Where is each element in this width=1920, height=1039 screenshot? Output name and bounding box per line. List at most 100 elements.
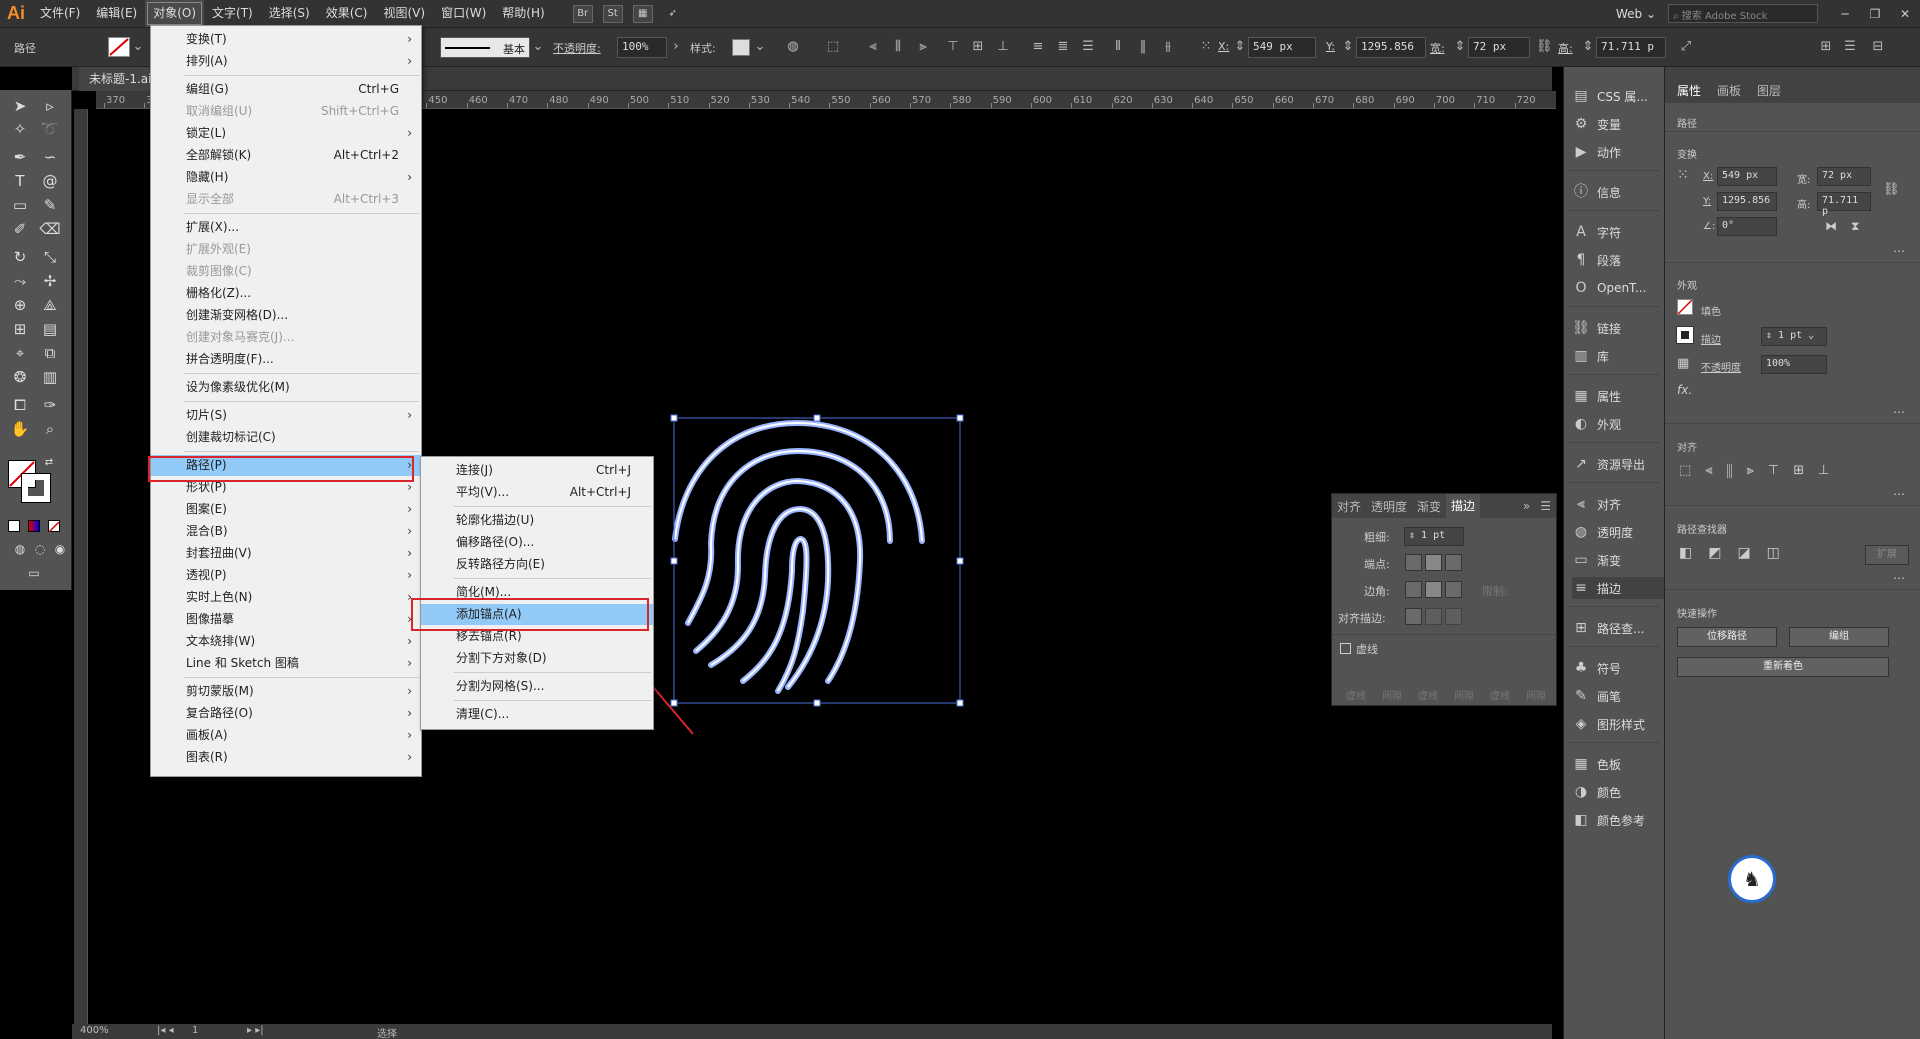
- align-hcenter-icon[interactable]: ⫼: [890, 39, 906, 55]
- distribute-hcenter-icon[interactable]: ‖: [1135, 39, 1151, 55]
- menu-item[interactable]: 平均(V)... Alt+Ctrl+J: [421, 482, 653, 503]
- panel-dock-item[interactable]: ◑ 颜色: [1572, 781, 1664, 803]
- artboard-number[interactable]: 1: [192, 1025, 198, 1036]
- panel-dock-item[interactable]: ◈ 图形样式: [1572, 713, 1664, 735]
- transform-options-icon[interactable]: ⤢: [1678, 39, 1694, 55]
- menu-item[interactable]: 扩展(X)...: [151, 217, 421, 238]
- panel-dock-item[interactable]: ⫷ 对齐: [1572, 493, 1664, 515]
- menu-item[interactable]: 形状(P) ›: [151, 477, 421, 498]
- panel-dock-item[interactable]: ▥ 库: [1572, 345, 1664, 367]
- align-vcenter-icon[interactable]: ⊞: [970, 39, 986, 55]
- lasso-tool-icon[interactable]: ➰: [38, 118, 62, 140]
- menu-item[interactable]: 混合(B) ›: [151, 521, 421, 542]
- y-stepper-icon[interactable]: ⇕: [1340, 39, 1356, 55]
- panel-dock-item[interactable]: ▭ 渐变: [1572, 549, 1664, 571]
- menu-item[interactable]: 分割下方对象(D): [421, 648, 653, 669]
- menu-item[interactable]: Line 和 Sketch 图稿 ›: [151, 653, 421, 674]
- x-input[interactable]: 549 px: [1248, 37, 1316, 58]
- width-stepper-icon[interactable]: ⇕: [1452, 39, 1468, 55]
- align-stroke-inside-icon[interactable]: [1425, 608, 1442, 625]
- effects-icon[interactable]: fx.: [1677, 383, 1692, 397]
- panel-dock-item[interactable]: ▦ 属性: [1572, 385, 1664, 407]
- distribute-vcenter-icon[interactable]: ≣: [1055, 39, 1071, 55]
- artboard-next-icon[interactable]: ▸ ▸|: [247, 1025, 264, 1036]
- appearance-stroke-swatch[interactable]: [1676, 326, 1694, 344]
- close-icon[interactable]: ✕: [1890, 7, 1920, 21]
- gradient-tool-icon[interactable]: ▤: [38, 318, 62, 340]
- artboard-nav-icon[interactable]: |◂ ◂: [157, 1025, 174, 1036]
- tab-properties[interactable]: 属性: [1677, 82, 1701, 99]
- menu-view[interactable]: 视图(V): [375, 0, 433, 27]
- gradient-mode-icon[interactable]: [28, 520, 40, 532]
- collapse-panel-icon[interactable]: »: [1518, 499, 1535, 513]
- panel-dock-item[interactable]: ◍ 透明度: [1572, 521, 1664, 543]
- height-stepper-icon[interactable]: ⇕: [1580, 39, 1596, 55]
- blend-tool-icon[interactable]: ⧉: [38, 342, 62, 364]
- panel-dock-item[interactable]: ◐ 外观: [1572, 413, 1664, 435]
- bevel-join-icon[interactable]: [1445, 581, 1462, 598]
- swap-fill-stroke-icon[interactable]: ⇄: [42, 456, 56, 470]
- menu-window[interactable]: 窗口(W): [433, 0, 494, 27]
- shape-builder-tool-icon[interactable]: ⊕: [8, 294, 32, 316]
- group-button[interactable]: 编组: [1789, 627, 1889, 647]
- paintbrush-tool-icon[interactable]: ✎: [38, 194, 62, 216]
- appearance-opacity-input[interactable]: 100%: [1761, 355, 1827, 374]
- menu-item[interactable]: 变换(T) ›: [151, 29, 421, 50]
- symbol-sprayer-tool-icon[interactable]: ❂: [8, 366, 32, 388]
- menu-item[interactable]: 路径(P) ›: [151, 455, 421, 476]
- menu-item[interactable]: 图案(E) ›: [151, 499, 421, 520]
- tab-stroke[interactable]: 描边: [1446, 494, 1481, 518]
- perspective-grid-tool-icon[interactable]: ⟁: [38, 294, 62, 316]
- more-options-icon[interactable]: ⋯: [1893, 405, 1905, 419]
- projecting-cap-icon[interactable]: [1445, 554, 1462, 571]
- menu-item[interactable]: 创建裁切标记(C): [151, 427, 421, 448]
- menu-type[interactable]: 文字(T): [204, 0, 261, 27]
- transform-y-input[interactable]: 1295.856: [1717, 192, 1777, 211]
- menu-item[interactable]: 移去锚点(R): [421, 626, 653, 647]
- arrange-documents-icon[interactable]: ▦: [632, 4, 653, 23]
- align-bottom-icon[interactable]: ⊥: [995, 39, 1011, 55]
- menu-item[interactable]: 偏移路径(O)...: [421, 532, 653, 553]
- panel-dock-item[interactable]: ⓘ 信息: [1572, 181, 1664, 203]
- hand-tool-icon[interactable]: ✋: [8, 418, 32, 440]
- menu-item[interactable]: 扩展外观(E): [151, 239, 421, 260]
- panel-dock-item[interactable]: ≡ 描边: [1572, 577, 1664, 599]
- menu-file[interactable]: 文件(F): [32, 0, 88, 27]
- tab-align[interactable]: 对齐: [1332, 498, 1366, 515]
- rectangle-tool-icon[interactable]: ▭: [8, 194, 32, 216]
- panel-dock-item[interactable]: ✎ 画笔: [1572, 685, 1664, 707]
- pen-tool-icon[interactable]: ✒: [8, 146, 32, 168]
- menu-item[interactable]: 全部解锁(K) Alt+Ctrl+2: [151, 145, 421, 166]
- menu-item[interactable]: 画板(A) ›: [151, 725, 421, 746]
- align-buttons-row[interactable]: ⬚⫷⫼⫸⊤⊞⊥: [1679, 463, 1843, 478]
- opacity-arrow-icon[interactable]: ›: [668, 39, 684, 55]
- menu-item[interactable]: 图像描摹 ›: [151, 609, 421, 630]
- reference-point-icon[interactable]: ⁙: [1677, 167, 1689, 183]
- panel-menu-icon[interactable]: ☰: [1842, 39, 1858, 55]
- menu-object[interactable]: 对象(O): [145, 0, 205, 27]
- constrain-proportions-icon[interactable]: ⛓: [1883, 182, 1900, 197]
- miter-join-icon[interactable]: [1405, 581, 1422, 598]
- menu-item[interactable]: 分割为网格(S)...: [421, 676, 653, 697]
- opacity-input[interactable]: 100%: [617, 37, 667, 58]
- menu-item[interactable]: 裁剪图像(C): [151, 261, 421, 282]
- more-options-icon[interactable]: ⋯: [1893, 487, 1905, 501]
- menu-effect[interactable]: 效果(C): [318, 0, 376, 27]
- artboard-tool-icon[interactable]: ⧠: [8, 394, 32, 416]
- menu-item[interactable]: 拼合透明度(F)...: [151, 349, 421, 370]
- minimize-icon[interactable]: ─: [1830, 7, 1860, 21]
- dashed-line-checkbox[interactable]: [1340, 643, 1351, 654]
- panel-dock-item[interactable]: ▶ 动作: [1572, 141, 1664, 163]
- tab-artboards[interactable]: 画板: [1717, 82, 1741, 99]
- menu-item[interactable]: 简化(M)...: [421, 582, 653, 603]
- panel-dock-item[interactable]: ↗ 资源导出: [1572, 453, 1664, 475]
- recolor-artwork-icon[interactable]: ◍: [785, 39, 801, 55]
- draw-inside-icon[interactable]: ◉: [48, 538, 72, 560]
- stroke-color-box[interactable]: [21, 473, 51, 503]
- rotate-tool-icon[interactable]: ↻: [8, 246, 32, 268]
- menu-item[interactable]: 轮廓化描边(U): [421, 510, 653, 531]
- align-top-icon[interactable]: ⊤: [945, 39, 961, 55]
- eyedropper-tool-icon[interactable]: ⌖: [8, 342, 32, 364]
- menu-item[interactable]: 创建对象马赛克(J)...: [151, 327, 421, 348]
- style-dropdown-icon[interactable]: ⌄: [752, 39, 768, 55]
